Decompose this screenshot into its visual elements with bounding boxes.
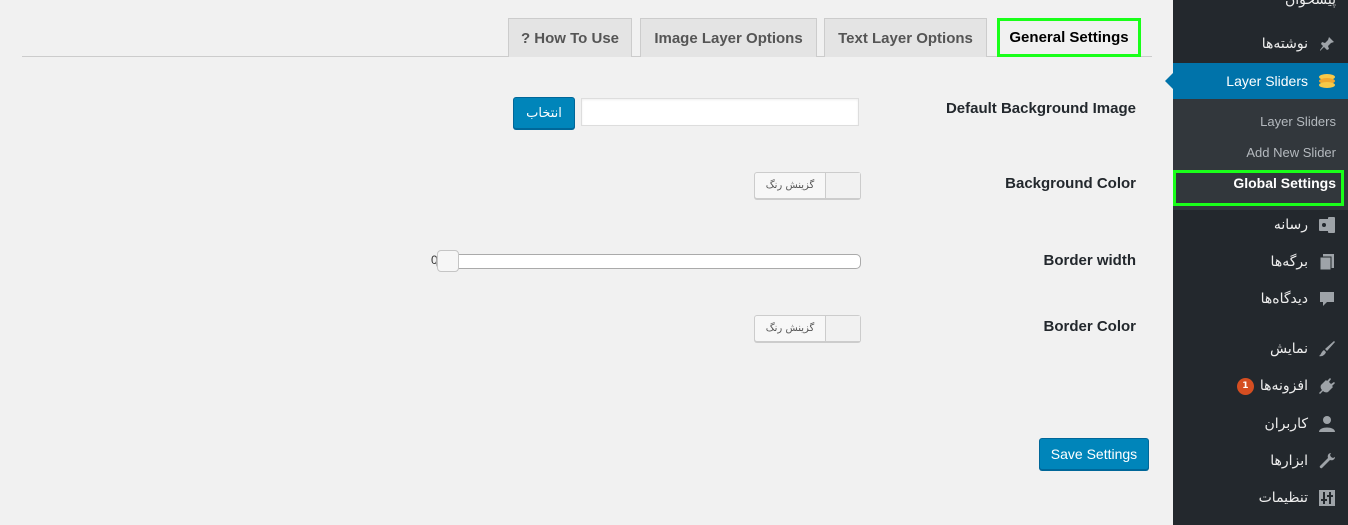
pin-icon [1318,35,1336,53]
sidebar-item-layer-sliders[interactable]: Layer Sliders [1165,63,1348,99]
sidebar-item-comments[interactable]: دیدگاه‌ها [1173,281,1348,317]
border-width-label: Border width [1043,252,1137,269]
sidebar-item-label: دیدگاه‌ها [1260,291,1308,307]
sidebar-item-posts[interactable]: نوشته‌ها [1173,26,1348,62]
layers-icon [1318,72,1336,90]
settings-sliders-icon [1318,489,1336,507]
pages-icon [1318,253,1336,271]
select-image-button[interactable]: انتخاب [513,97,575,129]
sidebar-item-label: رسانه [1273,217,1308,233]
save-settings-button[interactable]: Save Settings [1039,438,1149,470]
plugins-update-badge: 1 [1236,377,1254,395]
sidebar-item-tools[interactable]: ابزارها [1173,443,1348,479]
border-color-picker-label: گزینش رنگ [765,323,815,334]
admin-sidebar: پیشخوان نوشته‌ها Layer Sliders Layer Sli… [1165,0,1348,525]
media-icon [1318,216,1336,234]
sidebar-item-label: برگه‌ها [1270,254,1308,270]
sidebar-item-label: نوشته‌ها [1261,36,1308,52]
sidebar-item-label: تنظیمات [1258,490,1308,506]
border-width-slider[interactable] [436,254,861,269]
sidebar-item-media[interactable]: رسانه [1173,207,1348,243]
sidebar-item-label: افزونه‌ها [1259,378,1308,394]
bg-color-picker-label: گزینش رنگ [765,180,815,191]
highlight-box [1173,170,1344,206]
bg-color-picker[interactable]: گزینش رنگ [754,172,861,199]
tab-how-to-use[interactable]: ? How To Use [508,18,632,57]
sidebar-item-plugins[interactable]: 1 افزونه‌ها [1173,368,1348,404]
bg-color-label: Background Color [1005,175,1136,192]
plug-icon [1318,377,1336,395]
sidebar-item-pages[interactable]: برگه‌ها [1173,244,1348,280]
sidebar-item-label: کاربران [1264,416,1308,432]
tab-text-layer-options[interactable]: Text Layer Options [824,18,987,57]
submenu-item-add-new-slider[interactable]: Add New Slider [1246,145,1336,160]
user-icon [1318,415,1336,433]
tab-image-layer-options[interactable]: Image Layer Options [640,18,817,57]
default-bg-image-input[interactable] [581,98,859,126]
sidebar-item-label: Layer Sliders [1226,73,1308,89]
comment-icon [1318,290,1336,308]
default-bg-image-label: Default Background Image [945,100,1136,117]
sidebar-item-label: نمایش [1269,341,1308,357]
paintbrush-icon [1318,340,1336,358]
sidebar-item-users[interactable]: کاربران [1173,406,1348,442]
bg-color-swatch[interactable] [825,173,860,198]
sidebar-item-appearance[interactable]: نمایش [1173,331,1348,367]
tab-general-settings[interactable]: General Settings [997,18,1141,57]
border-color-swatch[interactable] [825,316,860,341]
submenu-item-layer-sliders[interactable]: Layer Sliders [1260,114,1336,129]
active-indicator [1165,73,1173,89]
sidebar-item-settings[interactable]: تنظیمات [1173,480,1348,516]
sidebar-item-dashboard[interactable]: پیشخوان [1285,0,1336,8]
border-color-label: Border Color [1043,318,1136,335]
sidebar-item-label: ابزارها [1270,453,1308,469]
border-color-picker[interactable]: گزینش رنگ [754,315,861,342]
wrench-icon [1318,452,1336,470]
border-width-slider-handle[interactable] [437,250,459,272]
